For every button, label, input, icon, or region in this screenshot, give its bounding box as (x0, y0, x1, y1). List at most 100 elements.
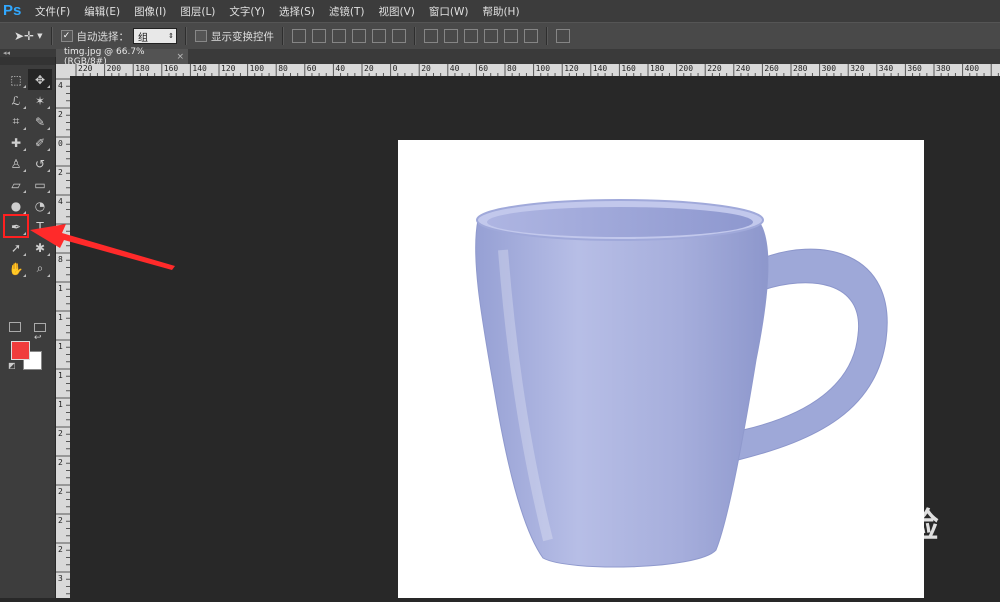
ruler-h-label: 100 (249, 64, 265, 73)
history-brush-icon: ↺ (34, 156, 46, 171)
auto-select-checkbox[interactable]: ✓ (60, 30, 73, 42)
menu-file[interactable]: 文件(F) (35, 4, 70, 19)
custom-shape-tool[interactable]: ✱ (28, 237, 52, 258)
distribute-left-icon[interactable] (484, 29, 498, 43)
gradient-tool[interactable]: ▭ (28, 174, 52, 195)
horizontal-ruler[interactable]: 220 200 180 160 140 120 100 80 60 40 20 0 20 40 60 80 10… (70, 64, 1000, 76)
tool-preset-picker[interactable]: ➤✛ ▼ (14, 29, 43, 43)
ruler-h-label: 140 (592, 64, 608, 73)
menu-filter[interactable]: 滤镜(T) (329, 4, 365, 19)
eyedropper-tool[interactable]: ✎ (28, 111, 52, 132)
type-icon: T (36, 219, 44, 234)
distribute-right-icon[interactable] (524, 29, 538, 43)
toolbox-grip[interactable] (0, 57, 55, 65)
ruler-h-label: 20 (364, 64, 374, 73)
eraser-tool[interactable]: ▱ (4, 174, 28, 195)
ruler-h-label: 80 (278, 64, 288, 73)
show-transform-checkbox[interactable] (195, 30, 207, 42)
ruler-v-label: 1 (58, 371, 63, 380)
spot-healing-tool[interactable]: ✚ (4, 132, 28, 153)
gradient-icon: ▭ (34, 177, 46, 192)
ruler-h-label: 100 (535, 64, 551, 73)
close-tab-icon[interactable]: × (176, 52, 184, 62)
screen-mode-button[interactable] (34, 323, 46, 332)
menu-select[interactable]: 选择(S) (279, 4, 315, 19)
ruler-h-label: 40 (449, 64, 460, 73)
distribute-bottom-icon[interactable] (464, 29, 478, 43)
move-icon: ✥ (34, 72, 46, 87)
separator (546, 27, 548, 45)
history-brush-tool[interactable]: ↺ (28, 153, 52, 174)
auto-select-dropdown[interactable]: 组 ⇕ (133, 28, 177, 44)
menu-layer[interactable]: 图层(L) (180, 4, 215, 19)
rect-marquee-icon: ⬚ (10, 72, 22, 87)
submenu-indicator (47, 127, 50, 130)
menu-edit[interactable]: 编辑(E) (84, 4, 120, 19)
panel-collapse-strip[interactable]: ◂◂ (0, 49, 58, 57)
ruler-origin[interactable] (56, 64, 71, 76)
ruler-v-label: 3 (58, 574, 63, 583)
submenu-indicator (23, 274, 26, 277)
ruler-h-label: 240 (735, 64, 751, 73)
ruler-h-label: 260 (764, 64, 779, 73)
submenu-indicator (47, 253, 50, 256)
align-group (292, 29, 406, 43)
hand-icon: ✋ (8, 261, 24, 276)
ruler-h-label: 60 (306, 64, 317, 73)
submenu-indicator (47, 85, 50, 88)
menu-view[interactable]: 视图(V) (378, 4, 414, 19)
ruler-v-label: 2 (58, 545, 63, 554)
toolbox: ⬚ ✥ ℒ ✶ ⌗ ✎ ✚ ✐ ♙ ↺ ▱ ▭ ● ◔ ✒ T ➚ ✱ ✋ ⌕ ◩ ↩ (0, 57, 55, 598)
align-right-icon[interactable] (392, 29, 406, 43)
default-colors-icon[interactable]: ◩ (8, 361, 16, 370)
zoom-tool[interactable]: ⌕ (28, 258, 52, 279)
quick-mask-button[interactable] (9, 322, 21, 332)
color-swatches: ◩ ↩ (8, 333, 48, 373)
submenu-indicator (23, 106, 26, 109)
menu-type[interactable]: 文字(Y) (229, 4, 265, 19)
ruler-v-label: 2 (58, 429, 63, 438)
dodge-tool[interactable]: ◔ (28, 195, 52, 216)
hand-tool[interactable]: ✋ (4, 258, 28, 279)
ruler-v-label: 2 (58, 487, 63, 496)
ruler-h-label: 140 (192, 64, 207, 73)
eraser-icon: ▱ (11, 177, 21, 192)
show-transform-label: 显示变换控件 (211, 30, 274, 43)
move-tool[interactable]: ✥ (28, 69, 52, 90)
watermark-main: Baidu经验 (770, 507, 940, 545)
ruler-h-label: 180 (135, 64, 150, 73)
ruler-v-label: 2 (58, 168, 63, 177)
tab-strip (188, 49, 1000, 64)
crop-tool[interactable]: ⌗ (4, 111, 28, 132)
menu-image[interactable]: 图像(I) (134, 4, 166, 19)
move-arrow-icon: ➤✛ (14, 29, 35, 43)
foreground-color-swatch[interactable] (11, 341, 30, 360)
eyedropper-icon: ✎ (34, 114, 46, 129)
ruler-h-label: 200 (678, 64, 694, 73)
lasso-tool[interactable]: ℒ (4, 90, 28, 111)
auto-align-icon[interactable] (556, 29, 570, 43)
distribute-vcenter-icon[interactable] (444, 29, 458, 43)
align-vcenter-icon[interactable] (312, 29, 326, 43)
swap-colors-icon[interactable]: ↩ (34, 333, 42, 343)
align-top-icon[interactable] (292, 29, 306, 43)
align-left-icon[interactable] (352, 29, 366, 43)
vertical-ruler[interactable]: 4 2 0 2 4 6 8 1 1 1 1 1 2 2 2 2 2 3 (56, 76, 70, 598)
magic-wand-tool[interactable]: ✶ (28, 90, 52, 111)
ruler-v-label: 1 (58, 342, 63, 351)
menu-window[interactable]: 窗口(W) (429, 4, 469, 19)
align-bottom-icon[interactable] (332, 29, 346, 43)
blur-tool[interactable]: ● (4, 195, 28, 216)
menu-help[interactable]: 帮助(H) (482, 4, 519, 19)
path-selection-tool[interactable]: ➚ (4, 237, 28, 258)
brush-tool[interactable]: ✐ (28, 132, 52, 153)
clone-stamp-tool[interactable]: ♙ (4, 153, 28, 174)
ruler-v-label: 1 (58, 284, 63, 293)
distribute-hcenter-icon[interactable] (504, 29, 518, 43)
submenu-indicator (47, 232, 50, 235)
rect-marquee-tool[interactable]: ⬚ (4, 69, 28, 90)
distribute-top-icon[interactable] (424, 29, 438, 43)
document-tab[interactable]: timg.jpg @ 66.7%(RGB/8#) × (56, 47, 188, 67)
align-hcenter-icon[interactable] (372, 29, 386, 43)
type-tool[interactable]: T (28, 216, 52, 237)
